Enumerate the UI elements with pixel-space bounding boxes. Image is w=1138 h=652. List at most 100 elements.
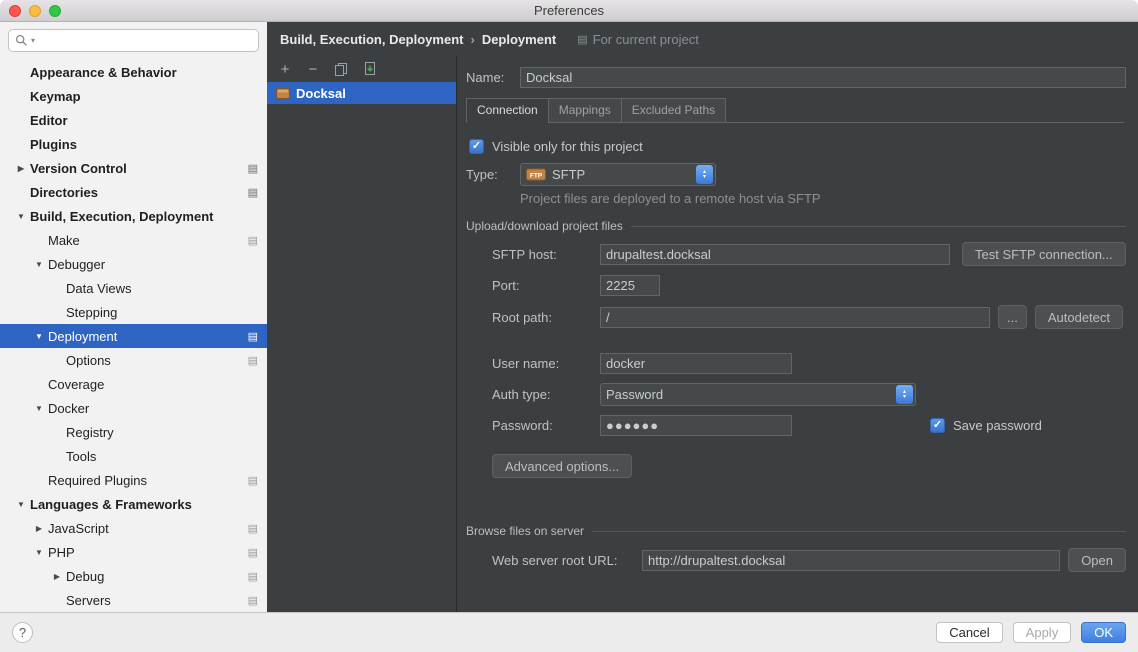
- apply-button[interactable]: Apply: [1013, 622, 1072, 643]
- sidebar-item-build-execution-deployment[interactable]: ▼Build, Execution, Deployment: [0, 204, 267, 228]
- per-project-settings-icon: ▤: [248, 522, 258, 535]
- port-input[interactable]: [600, 275, 660, 296]
- sidebar-item-label: Build, Execution, Deployment: [30, 209, 258, 224]
- autodetect-button[interactable]: Autodetect: [1035, 305, 1123, 329]
- browse-section-header: Browse files on server: [466, 524, 1126, 538]
- upload-section-header: Upload/download project files: [466, 219, 1126, 233]
- per-project-settings-icon: ▤: [248, 186, 258, 199]
- user-name-input[interactable]: [600, 353, 792, 374]
- sidebar-item-required-plugins[interactable]: Required Plugins▤: [0, 468, 267, 492]
- import-icon[interactable]: [361, 61, 377, 77]
- ok-button[interactable]: OK: [1081, 622, 1126, 643]
- sidebar-item-stepping[interactable]: Stepping: [0, 300, 267, 324]
- tab-excluded-paths[interactable]: Excluded Paths: [621, 98, 726, 123]
- sidebar-item-debugger[interactable]: ▼Debugger: [0, 252, 267, 276]
- connection-tabs: ConnectionMappingsExcluded Paths: [466, 98, 1124, 123]
- sidebar-item-options[interactable]: Options▤: [0, 348, 267, 372]
- per-project-settings-icon: ▤: [248, 162, 258, 175]
- type-dropdown[interactable]: FTP SFTP ▴▾: [520, 163, 716, 186]
- sidebar-item-label: Tools: [66, 449, 258, 464]
- expanded-arrow-icon[interactable]: ▼: [12, 212, 30, 221]
- type-value: SFTP: [552, 167, 585, 182]
- expanded-arrow-icon[interactable]: ▼: [30, 404, 48, 413]
- auth-type-dropdown[interactable]: Password ▴▾: [600, 383, 916, 406]
- per-project-settings-icon: ▤: [248, 354, 258, 367]
- sidebar-item-version-control[interactable]: ▶Version Control▤: [0, 156, 267, 180]
- name-input[interactable]: [520, 67, 1126, 88]
- sidebar-item-make[interactable]: Make▤: [0, 228, 267, 252]
- password-input[interactable]: [600, 415, 792, 436]
- sidebar-item-label: Editor: [30, 113, 258, 128]
- sidebar-item-directories[interactable]: Directories ▤: [0, 180, 267, 204]
- sidebar-item-php[interactable]: ▼PHP▤: [0, 540, 267, 564]
- root-path-label: Root path:: [492, 310, 592, 325]
- server-item-label: Docksal: [296, 86, 346, 101]
- sidebar-item-data-views[interactable]: Data Views: [0, 276, 267, 300]
- advanced-options-button[interactable]: Advanced options...: [492, 454, 632, 478]
- sidebar-item-deployment[interactable]: ▼Deployment▤: [0, 324, 267, 348]
- cancel-button[interactable]: Cancel: [936, 622, 1002, 643]
- sftp-host-input[interactable]: [600, 244, 950, 265]
- current-project-icon: ▤: [577, 33, 587, 46]
- sidebar-item-languages-frameworks[interactable]: ▼Languages & Frameworks: [0, 492, 267, 516]
- expanded-arrow-icon[interactable]: ▼: [30, 332, 48, 341]
- sidebar-item-label: Data Views: [66, 281, 258, 296]
- sidebar-item-appearance-behavior[interactable]: Appearance & Behavior: [0, 60, 267, 84]
- sidebar-item-keymap[interactable]: Keymap: [0, 84, 267, 108]
- sidebar-item-label: Debug: [66, 569, 242, 584]
- server-list-item-docksal[interactable]: Docksal: [267, 82, 456, 104]
- per-project-settings-icon: ▤: [248, 546, 258, 559]
- sidebar-item-label: Deployment: [48, 329, 242, 344]
- zoom-button[interactable]: [49, 5, 61, 17]
- minimize-button[interactable]: [29, 5, 41, 17]
- sidebar-item-coverage[interactable]: Coverage: [0, 372, 267, 396]
- sidebar-item-debug[interactable]: ▶Debug▤: [0, 564, 267, 588]
- collapsed-arrow-icon[interactable]: ▶: [48, 572, 66, 581]
- save-password-checkbox[interactable]: [930, 418, 945, 433]
- breadcrumb-separator: ›: [470, 32, 474, 47]
- add-icon[interactable]: [277, 61, 293, 77]
- open-button[interactable]: Open: [1068, 548, 1126, 572]
- sftp-host-label: SFTP host:: [492, 247, 592, 262]
- footer-bar: ? Cancel Apply OK: [0, 612, 1138, 652]
- sidebar-item-docker[interactable]: ▼Docker: [0, 396, 267, 420]
- project-scope: ▤ For current project: [577, 32, 699, 47]
- collapsed-arrow-icon[interactable]: ▶: [12, 164, 30, 173]
- test-connection-button[interactable]: Test SFTP connection...: [962, 242, 1126, 266]
- sidebar-item-javascript[interactable]: ▶JavaScript▤: [0, 516, 267, 540]
- expanded-arrow-icon[interactable]: ▼: [12, 500, 30, 509]
- expanded-arrow-icon[interactable]: ▼: [30, 260, 48, 269]
- type-label: Type:: [466, 167, 510, 182]
- connection-tab-content: Visible only for this project Type: FTP …: [466, 139, 1126, 572]
- sidebar-item-label: Stepping: [66, 305, 258, 320]
- browse-root-button[interactable]: ...: [998, 305, 1027, 329]
- settings-search[interactable]: ▾: [8, 29, 259, 52]
- sftp-protocol-icon: FTP: [526, 168, 546, 181]
- search-history-arrow-icon[interactable]: ▾: [31, 36, 35, 45]
- tab-connection[interactable]: Connection: [466, 98, 549, 123]
- copy-icon[interactable]: [333, 61, 349, 77]
- sidebar-item-servers[interactable]: Servers▤: [0, 588, 267, 612]
- collapsed-arrow-icon[interactable]: ▶: [30, 524, 48, 533]
- sidebar-item-plugins[interactable]: Plugins: [0, 132, 267, 156]
- sidebar-item-tools[interactable]: Tools: [0, 444, 267, 468]
- help-button[interactable]: ?: [12, 622, 33, 643]
- settings-tree: Appearance & Behavior Keymap Editor Plugins…: [0, 58, 267, 612]
- remove-icon[interactable]: [305, 61, 321, 77]
- server-list-toolbar: [267, 56, 456, 82]
- sidebar-item-editor[interactable]: Editor: [0, 108, 267, 132]
- sidebar-item-label: Directories: [30, 185, 242, 200]
- browse-section-label: Browse files on server: [466, 524, 584, 538]
- web-root-input[interactable]: [642, 550, 1060, 571]
- visible-only-checkbox[interactable]: [469, 139, 484, 154]
- close-button[interactable]: [9, 5, 21, 17]
- preferences-window: Preferences ▾ Appearance & BehaviorKeyma…: [0, 0, 1138, 652]
- search-input[interactable]: [38, 34, 252, 48]
- dropdown-arrows-icon[interactable]: ▴▾: [896, 385, 913, 404]
- sidebar-item-registry[interactable]: Registry: [0, 420, 267, 444]
- root-path-input[interactable]: [600, 307, 990, 328]
- dropdown-arrows-icon[interactable]: ▴▾: [696, 165, 713, 184]
- sidebar-item-label: Appearance & Behavior: [30, 65, 258, 80]
- tab-mappings[interactable]: Mappings: [548, 98, 622, 123]
- expanded-arrow-icon[interactable]: ▼: [30, 548, 48, 557]
